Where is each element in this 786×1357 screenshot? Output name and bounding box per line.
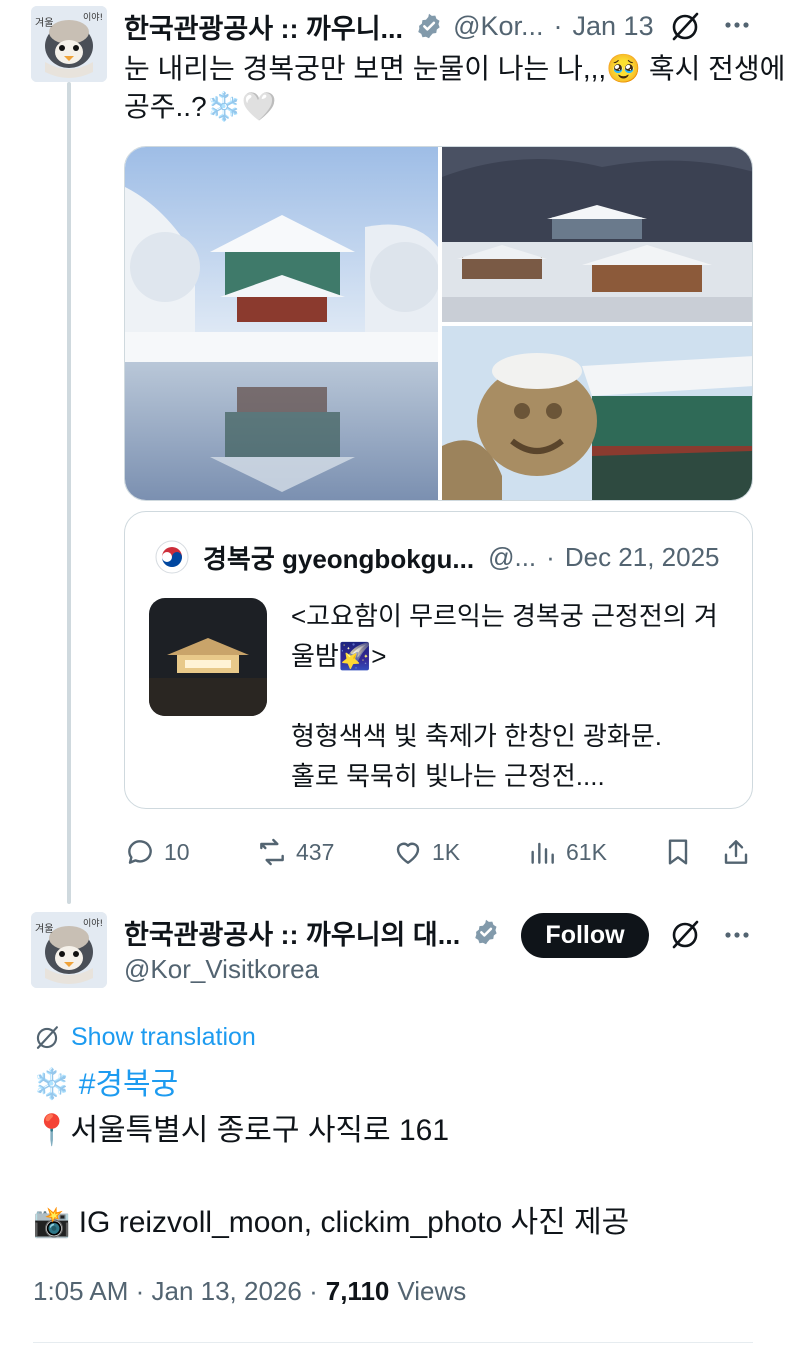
bookmark-icon bbox=[668, 839, 688, 865]
author-name[interactable]: 한국관광공사 :: 까우니... bbox=[124, 7, 403, 46]
camera-emoji: 📸 bbox=[33, 1206, 71, 1239]
quoted-line2b: > bbox=[371, 641, 387, 671]
post-meta: 1:05 AM · Jan 13, 2026 · 7,110 Views bbox=[33, 1276, 466, 1307]
repost-button[interactable]: 437 bbox=[256, 836, 334, 868]
author-handle[interactable]: @Kor_Visitkorea bbox=[124, 954, 319, 985]
author-handle[interactable]: @Kor... bbox=[453, 11, 543, 42]
shooting-star-emoji: 🌠 bbox=[338, 641, 372, 671]
bookmark-button[interactable] bbox=[662, 836, 694, 868]
repost-icon bbox=[260, 838, 284, 866]
separator-dot: · bbox=[553, 10, 563, 41]
teary-face-emoji: 🥹 bbox=[606, 53, 642, 84]
white-heart-emoji: 🤍 bbox=[241, 91, 277, 122]
views-button[interactable]: 61K bbox=[526, 836, 607, 868]
reply-icon bbox=[128, 840, 152, 864]
avatar[interactable]: 겨울 이야! bbox=[31, 6, 107, 82]
quoted-post[interactable]: 경복궁 gyeongbokgu... @... · Dec 21, 2025 <… bbox=[124, 511, 753, 809]
grok-icon[interactable] bbox=[668, 10, 702, 49]
post-timestamp[interactable]: 1:05 AM · Jan 13, 2026 · bbox=[33, 1276, 318, 1307]
views-label: Views bbox=[397, 1276, 467, 1306]
quoted-post-header: 경복궁 gyeongbokgu... @... · Dec 21, 2025 bbox=[203, 540, 720, 574]
views-total: 7,110 bbox=[325, 1276, 390, 1306]
like-button[interactable]: 1K bbox=[392, 836, 460, 868]
quoted-post-text: <고요함이 무르익는 경복궁 근정전의 겨 울밤🌠> 형형색색 빛 축제가 한창… bbox=[291, 596, 741, 796]
verified-badge-icon bbox=[472, 918, 500, 946]
verified-badge-icon bbox=[415, 12, 443, 40]
gov-emblem-icon bbox=[155, 540, 189, 579]
follow-button[interactable]: Follow bbox=[521, 913, 649, 958]
views-chart-icon bbox=[531, 842, 554, 864]
show-translation-link[interactable]: Show translation bbox=[33, 1023, 256, 1052]
share-icon bbox=[724, 840, 748, 864]
photo-credit-text: IG reizvoll_moon, clickim_photo 사진 제공 bbox=[78, 1206, 630, 1239]
quoted-line3: 형형색색 빛 축제가 한창인 광화문. bbox=[291, 721, 662, 751]
share-button[interactable] bbox=[720, 836, 752, 868]
reply-button[interactable]: 10 bbox=[124, 836, 190, 868]
quoted-author-name[interactable]: 경복궁 gyeongbokgu... bbox=[203, 539, 474, 576]
post-header: 한국관광공사 :: 까우니... @Kor... · Jan 13 bbox=[124, 8, 654, 44]
translate-icon bbox=[36, 1025, 58, 1049]
views-count: 61K bbox=[566, 838, 607, 865]
quoted-author-handle: @... bbox=[488, 541, 537, 572]
quoted-line1: <고요함이 무르익는 경복궁 근정전의 겨 bbox=[291, 601, 718, 631]
grok-icon[interactable] bbox=[668, 918, 702, 957]
main-post-header: 한국관광공사 :: 까우니의 대... bbox=[124, 914, 500, 950]
snowflake-emoji: ❄️ bbox=[206, 91, 242, 122]
author-name[interactable]: 한국관광공사 :: 까우니의 대... bbox=[124, 913, 460, 952]
hashtag-link[interactable]: #경복궁 bbox=[79, 1068, 179, 1101]
quoted-post-date: Dec 21, 2025 bbox=[564, 541, 720, 572]
post-text: 눈 내리는 경복궁만 보면 눈물이 나는 나,,,🥹 혹시 전생에 공주..?❄… bbox=[124, 50, 785, 126]
media-image-pavilion[interactable] bbox=[125, 147, 440, 500]
svg-text:겨울: 겨울 bbox=[35, 923, 53, 935]
heart-icon bbox=[396, 842, 420, 864]
post-text-line2: 공주..? bbox=[124, 91, 207, 122]
quoted-line2a: 울밤 bbox=[291, 641, 339, 671]
more-options-icon[interactable] bbox=[722, 920, 752, 955]
svg-text:이야!: 이야! bbox=[83, 918, 103, 929]
thread-connector-line bbox=[67, 82, 71, 904]
media-grid bbox=[124, 146, 753, 501]
media-image-aerial[interactable] bbox=[442, 147, 752, 322]
quoted-post-thumbnail bbox=[149, 598, 267, 716]
svg-text:겨울: 겨울 bbox=[35, 17, 53, 29]
main-post-text: ❄️ #경복궁 📍서울특별시 종로구 사직로 161 📸 IG reizvoll… bbox=[33, 1062, 629, 1246]
post-text-line1: 눈 내리는 경복궁만 보면 눈물이 나는 나,,, bbox=[124, 53, 607, 84]
show-translation-label[interactable]: Show translation bbox=[71, 1023, 256, 1052]
address-text: 서울특별시 종로구 사직로 161 bbox=[70, 1114, 450, 1147]
post-text-line1-end: 혹시 전생에 bbox=[648, 53, 786, 84]
pin-emoji: 📍 bbox=[33, 1114, 71, 1147]
separator-dot: · bbox=[546, 541, 555, 572]
media-image-haechi[interactable] bbox=[442, 326, 752, 500]
snowflake-emoji: ❄️ bbox=[33, 1068, 71, 1101]
reply-count: 10 bbox=[164, 838, 190, 865]
more-options-icon[interactable] bbox=[722, 10, 752, 45]
repost-count: 437 bbox=[296, 838, 335, 865]
like-count: 1K bbox=[432, 838, 461, 865]
avatar[interactable]: 겨울 이야! bbox=[31, 912, 107, 988]
quoted-line4: 홀로 묵묵히 빛나는 근정전.... bbox=[291, 761, 605, 791]
svg-text:이야!: 이야! bbox=[83, 12, 103, 23]
post-date[interactable]: Jan 13 bbox=[573, 11, 654, 42]
divider bbox=[33, 1342, 753, 1343]
